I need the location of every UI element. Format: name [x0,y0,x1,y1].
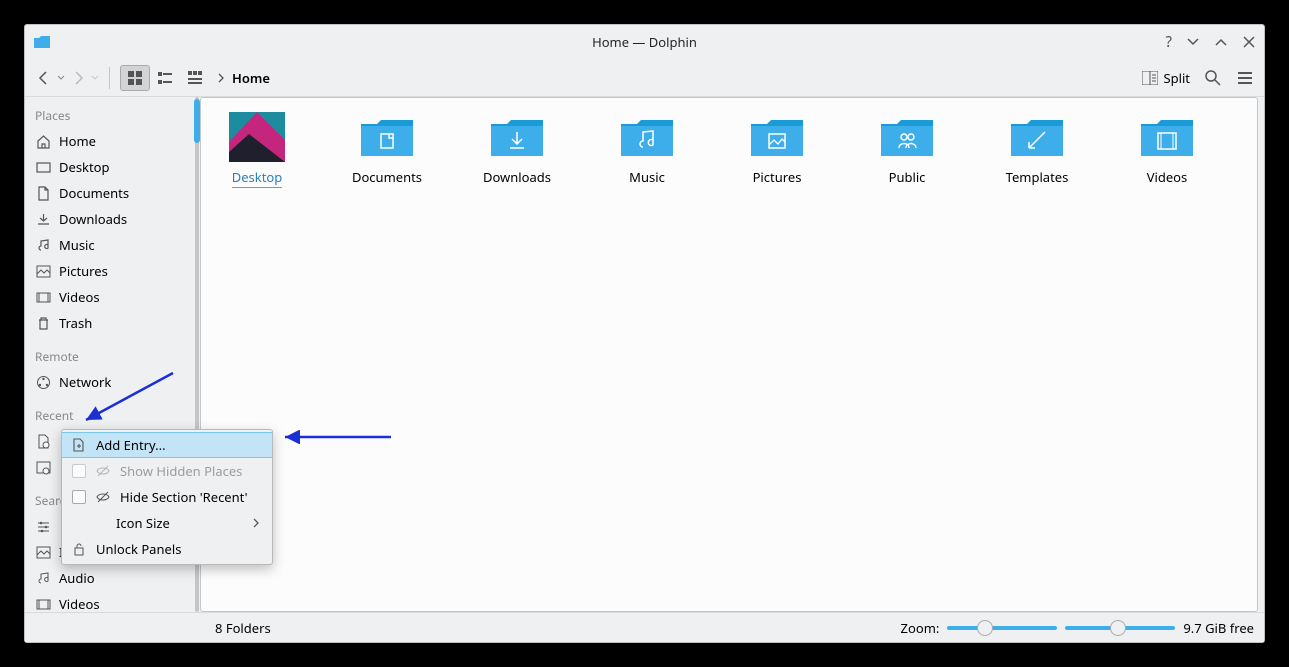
view-mode-toggle [120,65,210,91]
window-title: Home — Dolphin [592,33,697,51]
icons-view-button[interactable] [120,65,150,91]
item-count: 8 Folders [215,619,271,637]
checkbox-icon [72,464,86,478]
filter-icon [35,518,51,534]
details-view-button[interactable] [180,65,210,91]
add-file-icon [70,438,88,452]
section-header-places: Places [25,103,194,128]
folder-icon [359,112,415,162]
maximize-button[interactable] [1214,35,1228,49]
zoom-label: Zoom: [901,619,940,637]
compact-view-button[interactable] [150,65,180,91]
back-button[interactable] [35,69,53,87]
zoom-slider[interactable] [947,626,1057,630]
breadcrumb[interactable]: Home [216,69,270,87]
video-icon [35,289,51,305]
sidebar-item-documents[interactable]: Documents [25,180,194,206]
menu-item-add-entry[interactable]: Add Entry... [62,432,272,458]
chevron-right-icon [216,73,226,83]
checkbox-icon [72,490,86,504]
free-space-label: 9.7 GiB free [1183,619,1254,637]
folder-public[interactable]: Public [861,112,953,186]
sidebar-item-audio[interactable]: Audio [25,565,194,591]
folder-label: Desktop [232,168,283,188]
free-space-slider[interactable] [1065,626,1175,630]
nav-group [35,69,99,87]
context-menu: Add Entry... Show Hidden Places Hide Sec… [61,429,273,565]
folder-templates[interactable]: Templates [991,112,1083,186]
folder-icon [619,112,675,162]
titlebar: Home — Dolphin ? [25,25,1264,59]
picture-icon [35,544,51,560]
home-icon [35,133,51,149]
breadcrumb-item[interactable]: Home [232,69,270,87]
folder-icon [749,112,805,162]
folder-icon [879,112,935,162]
forward-dropdown[interactable] [91,74,99,82]
folder-desktop[interactable]: Desktop [211,112,303,188]
folder-pictures[interactable]: Pictures [731,112,823,186]
desktop-icon [35,159,51,175]
toolbar-separator [109,67,110,89]
sidebar-item-pictures[interactable]: Pictures [25,258,194,284]
help-button[interactable]: ? [1165,32,1172,52]
desktop-wallpaper-thumb [229,112,285,162]
menu-item-hide-section[interactable]: Hide Section 'Recent' [62,484,272,510]
close-button[interactable] [1242,35,1256,49]
menu-item-unlock-panels[interactable]: Unlock Panels [62,536,272,562]
folder-icon [1009,112,1065,162]
annotation-arrow [279,430,394,444]
folder-videos[interactable]: Videos [1121,112,1213,186]
folder-music[interactable]: Music [601,112,693,186]
folder-icon [1139,112,1195,162]
music-icon [35,570,51,586]
sidebar-item-home[interactable]: Home [25,128,194,154]
folder-icon [489,112,545,162]
unlock-icon [70,542,88,556]
menu-item-icon-size[interactable]: Icon Size [62,510,272,536]
music-icon [35,237,51,253]
sidebar-item-videos[interactable]: Videos [25,284,194,310]
hidden-icon [96,490,110,504]
search-button[interactable] [1204,69,1222,87]
recent-doc-icon [35,433,51,449]
download-icon [35,211,51,227]
hidden-icon [96,464,110,478]
sidebar-item-trash[interactable]: Trash [25,310,194,336]
app-icon [33,33,51,51]
icon-grid: Desktop Documents Downloads Music Pictur… [201,98,1257,611]
minimize-button[interactable] [1186,35,1200,49]
forward-button[interactable] [69,69,87,87]
picture-icon [35,263,51,279]
section-header-remote: Remote [25,344,194,369]
menu-item-show-hidden: Show Hidden Places [62,458,272,484]
splitter-handle[interactable] [194,99,200,143]
sidebar-item-music[interactable]: Music [25,232,194,258]
split-label: Split [1163,69,1190,87]
sidebar-item-downloads[interactable]: Downloads [25,206,194,232]
split-button[interactable]: Split [1142,69,1190,87]
trash-icon [35,315,51,331]
window-controls: ? [1165,32,1256,52]
menu-button[interactable] [1236,69,1254,87]
document-icon [35,185,51,201]
annotation-arrow [78,368,178,428]
toolbar: Home Split [25,59,1264,97]
chevron-right-icon [252,518,260,528]
video-icon [35,596,51,612]
sidebar-item-desktop[interactable]: Desktop [25,154,194,180]
back-dropdown[interactable] [57,74,65,82]
folder-documents[interactable]: Documents [341,112,433,186]
network-icon [35,374,51,390]
statusbar: 8 Folders Zoom: 9.7 GiB free [25,612,1264,642]
split-icon [1142,71,1158,85]
file-view[interactable]: Desktop Documents Downloads Music Pictur… [200,97,1258,612]
folder-downloads[interactable]: Downloads [471,112,563,186]
sidebar-item-search-videos[interactable]: Videos [25,591,194,612]
recent-image-icon [35,459,51,475]
